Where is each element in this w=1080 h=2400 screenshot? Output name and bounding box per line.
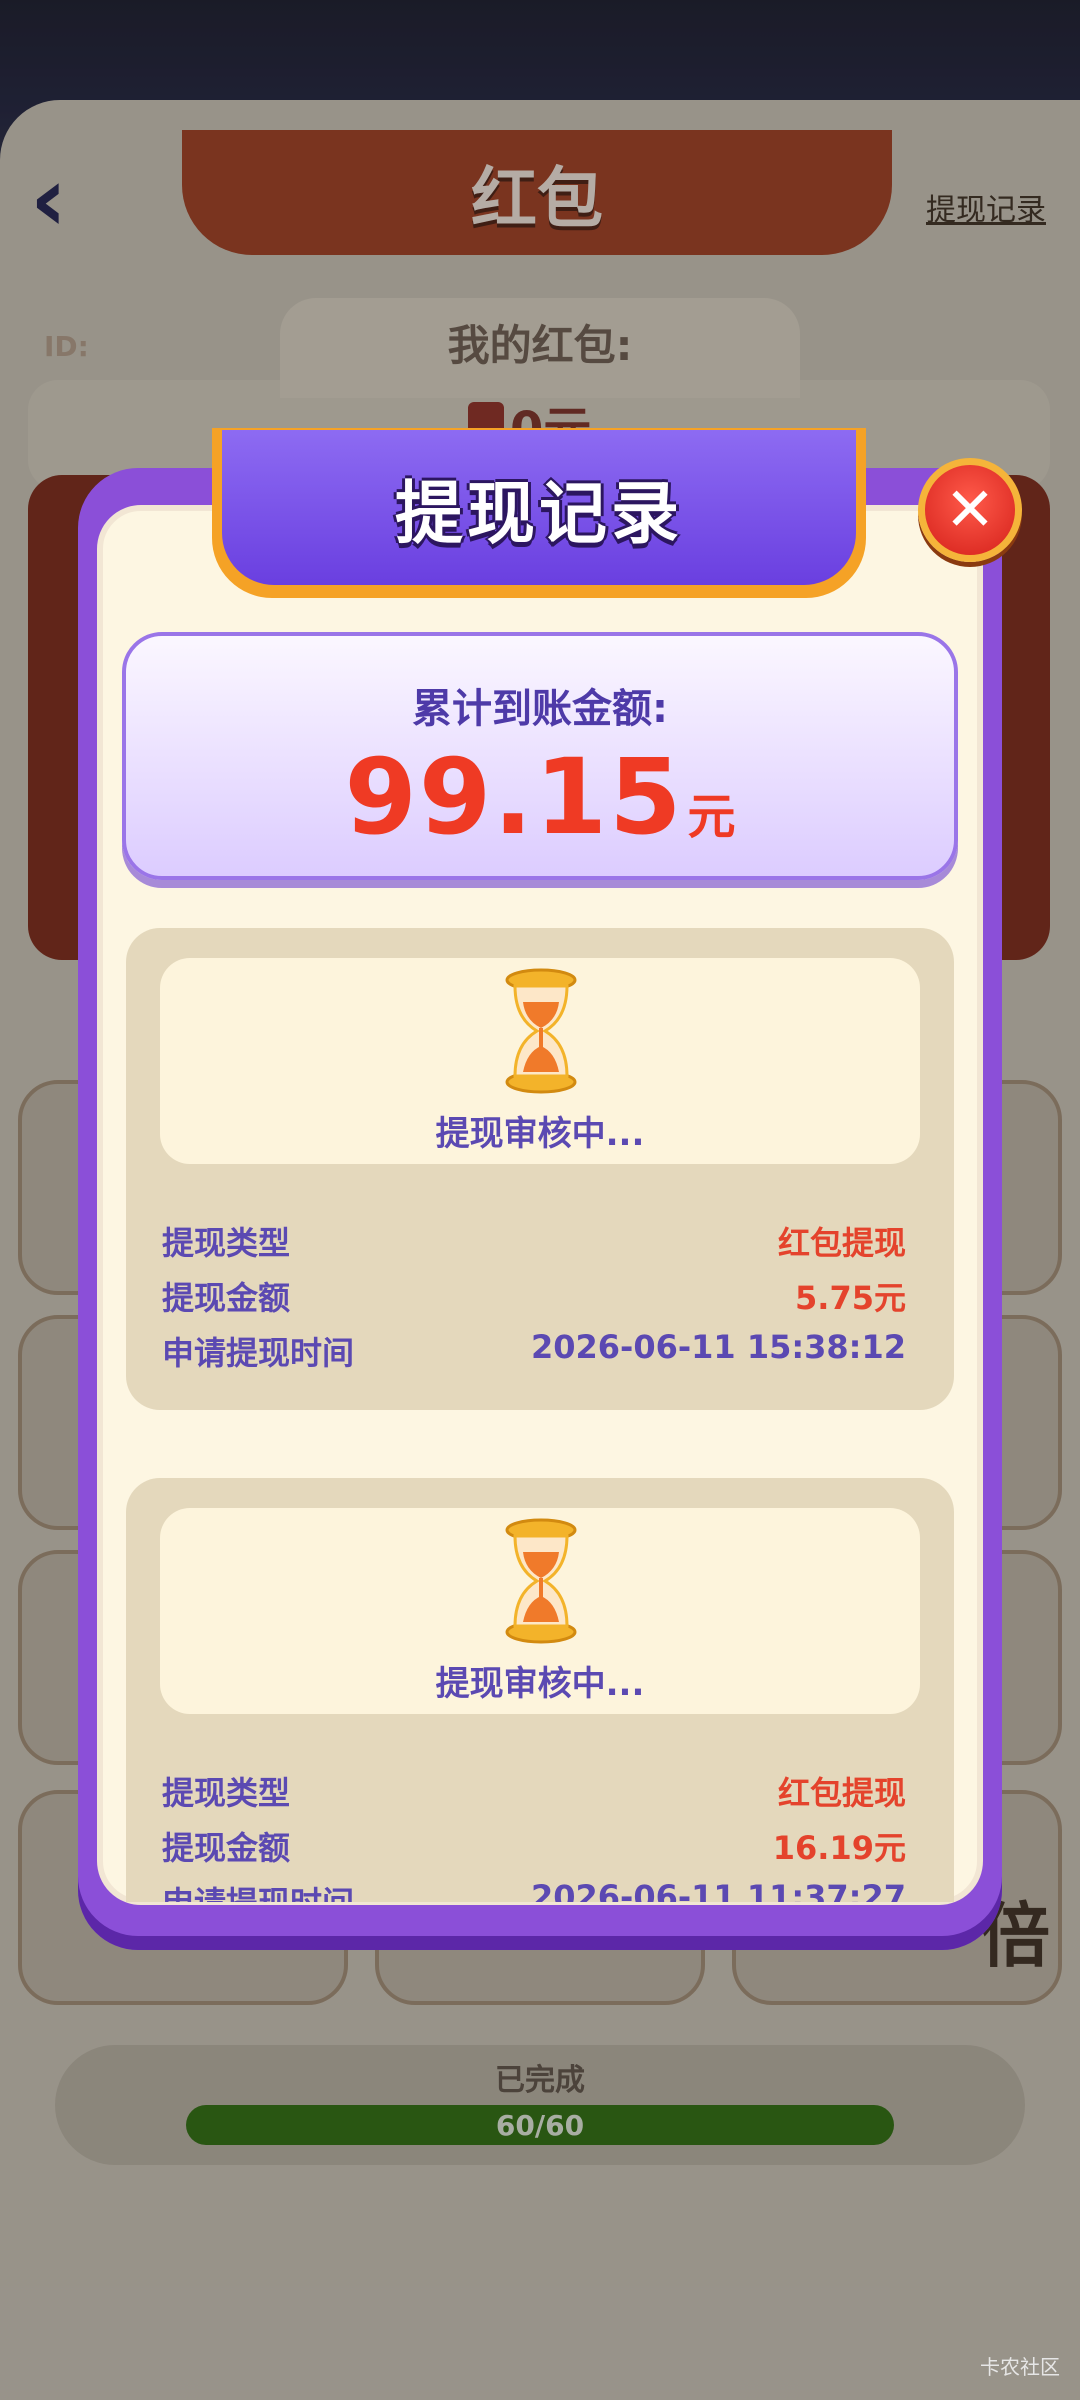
type-label: 提现类型 [162,1224,291,1262]
close-icon: ✕ [944,475,996,545]
status-box: 提现审核中... [160,1508,920,1714]
amount-value: 16.19元 [772,1829,906,1867]
hourglass-icon [505,968,577,1094]
time-value: 2026-06-11 15:38:12 [530,1328,906,1366]
time-label: 申请提现时间 [162,1878,354,1902]
record-clip: 提现审核中... 提现类型 红包提现 提现金额 16.19元 申请提现时间 20… [103,1470,977,1902]
amount-label: 提现金额 [162,1829,291,1867]
close-button[interactable]: ✕ [918,458,1022,562]
type-value: 红包提现 [777,1224,906,1262]
review-status: 提现审核中... [435,1664,645,1704]
withdraw-record-card: 提现审核中... 提现类型 红包提现 提现金额 16.19元 申请提现时间 20… [126,1478,954,1902]
status-box: 提现审核中... [160,958,920,1164]
modal-title: 提现记录 [394,475,683,554]
type-row: 提现类型 红包提现 [162,1218,906,1264]
amount-label: 提现金额 [162,1279,291,1317]
total-received-box: 累计到账金额: 99.15 元 [122,632,958,880]
time-value: 2026-06-11 11:37:27 [530,1878,906,1902]
amount-value: 5.75元 [795,1279,906,1317]
time-label: 申请提现时间 [162,1334,355,1372]
amount-row: 提现金额 5.75元 [162,1273,906,1319]
review-status: 提现审核中... [435,1114,645,1154]
withdraw-record-card: 提现审核中... 提现类型 红包提现 提现金额 5.75元 申请提现时间 202… [126,928,954,1410]
total-amount-unit: 元 [687,789,736,845]
amount-row: 提现金额 16.19元 [162,1823,906,1869]
type-row: 提现类型 红包提现 [162,1768,906,1814]
total-received-label: 累计到账金额: [412,686,668,732]
total-amount: 99.15 [344,736,684,858]
modal-header: 提现记录 [222,430,856,585]
total-amount-row: 99.15 元 [126,736,954,858]
type-label: 提现类型 [162,1774,291,1812]
type-value: 红包提现 [777,1774,906,1812]
watermark: 卡农社区 [980,2355,1060,2379]
hourglass-icon [505,1518,577,1644]
time-row: 申请提现时间 2026-06-11 15:38:12 [162,1328,906,1374]
time-row: 申请提现时间 2026-06-11 11:37:27 [162,1878,906,1902]
